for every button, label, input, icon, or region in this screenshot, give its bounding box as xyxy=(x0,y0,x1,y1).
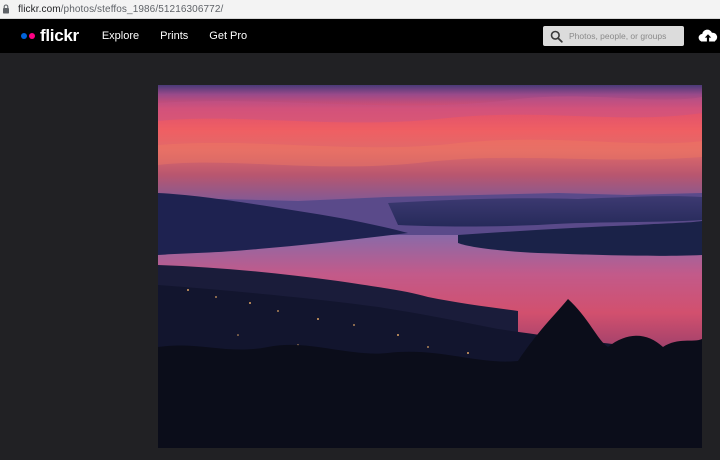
nav-link-explore[interactable]: Explore xyxy=(102,30,139,42)
logo-blue-dot xyxy=(21,33,27,39)
search-input[interactable]: Photos, people, or groups xyxy=(569,31,666,41)
nav-link-prints[interactable]: Prints xyxy=(160,30,188,42)
browser-address-bar[interactable]: flickr.com/photos/steffos_1986/512163067… xyxy=(0,0,720,19)
main-photo[interactable] xyxy=(158,85,702,448)
search-icon[interactable] xyxy=(549,29,563,43)
search-box[interactable]: Photos, people, or groups xyxy=(543,26,684,46)
logo-pink-dot xyxy=(29,33,35,39)
cloud-upload-icon[interactable] xyxy=(698,27,718,45)
flickr-logo[interactable]: flickr xyxy=(21,19,79,53)
top-nav: flickr Explore Prints Get Pro Photos, pe… xyxy=(0,19,720,53)
lock-icon xyxy=(0,3,12,15)
url-text[interactable]: flickr.com/photos/steffos_1986/512163067… xyxy=(18,4,223,15)
logo-text: flickr xyxy=(40,26,79,45)
nav-link-get-pro[interactable]: Get Pro xyxy=(209,30,247,42)
url-host: flickr.com xyxy=(18,3,61,15)
url-path: /photos/steffos_1986/51216306772/ xyxy=(60,3,224,15)
